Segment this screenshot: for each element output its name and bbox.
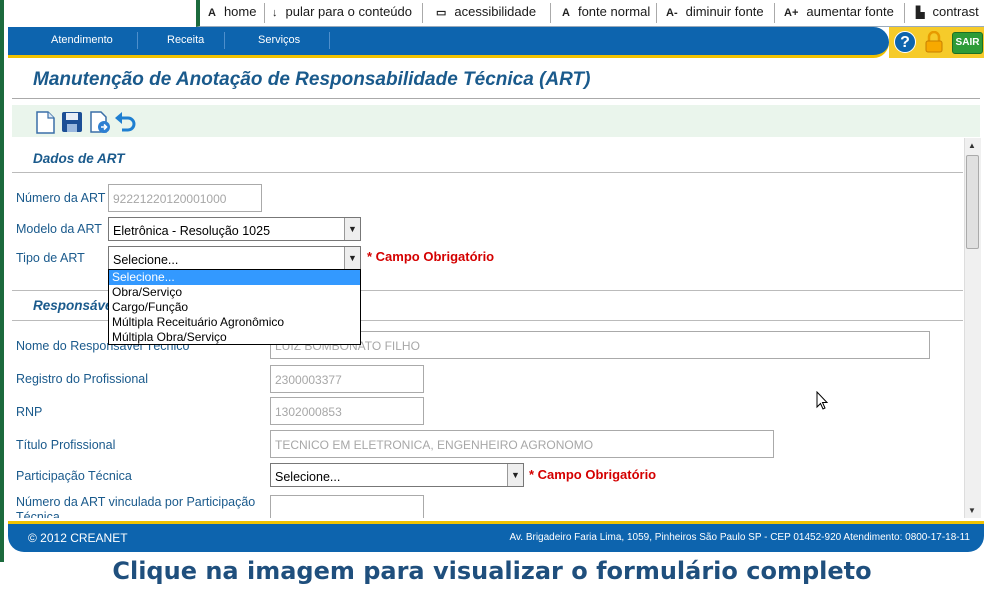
modelo-art-value: Eletrônica - Resolução 1025: [113, 224, 271, 238]
scroll-thumb[interactable]: [966, 155, 979, 249]
scroll-down-icon[interactable]: ▼: [968, 506, 976, 515]
logout-button[interactable]: SAIR: [952, 32, 983, 54]
numero-art-label: Número da ART: [16, 191, 106, 205]
tipo-art-value: Selecione...: [113, 253, 179, 267]
vinculada-field[interactable]: [270, 495, 424, 518]
required-indicator: * Campo Obrigatório: [529, 467, 657, 482]
titulo-field[interactable]: TECNICO EM ELETRONICA, ENGENHEIRO AGRONO…: [270, 430, 774, 458]
contrast-icon: ▙: [916, 7, 925, 19]
decrease-font-label: diminuir fonte: [685, 4, 764, 19]
main-nav: Atendimento Receita Serviços: [8, 27, 889, 58]
chevron-down-icon[interactable]: ▼: [344, 218, 360, 240]
dropdown-option[interactable]: Múltipla Obra/Serviço: [109, 330, 360, 345]
increase-font-link[interactable]: A+ aumentar fonte: [784, 4, 894, 19]
font-increase-icon: A+: [784, 7, 799, 19]
titulo-label: Título Profissional: [16, 438, 116, 452]
normal-font-link[interactable]: Afonte normal: [562, 4, 650, 19]
participacao-select[interactable]: Selecione... ▼: [270, 463, 524, 487]
required-indicator: * Campo Obrigatório: [367, 249, 495, 264]
dropdown-option[interactable]: Selecione...: [109, 270, 360, 285]
nome-responsavel-field[interactable]: LUIZ BOMBONATO FILHO: [270, 331, 930, 359]
new-document-icon[interactable]: [34, 110, 58, 134]
copyright: © 2012 CREANET: [28, 531, 128, 545]
form-area: Dados de ART Número da ART 9222122012000…: [12, 140, 980, 518]
skip-to-content-link[interactable]: ↓ pular para o conteúdo: [272, 4, 412, 19]
home-label: home: [223, 4, 257, 19]
lock-icon[interactable]: [925, 31, 943, 53]
nav-atendimento[interactable]: Atendimento: [51, 34, 113, 46]
accessibility-bar: Ahome ↓ pular para o conteúdo ▭ acessibili…: [196, 0, 984, 27]
save-icon[interactable]: [60, 110, 84, 134]
normal-font-label: fonte normal: [577, 4, 651, 19]
help-icon[interactable]: ?: [894, 31, 916, 53]
dropdown-option[interactable]: Obra/Serviço: [109, 285, 360, 300]
vinculada-label: Número da ART vinculada por Participação…: [16, 495, 256, 518]
modelo-art-select[interactable]: Eletrônica - Resolução 1025 ▼: [108, 217, 361, 241]
left-border: [0, 0, 4, 562]
home-icon: A: [208, 7, 216, 19]
divider: [656, 3, 657, 23]
scroll-up-icon[interactable]: ▲: [968, 141, 976, 150]
registro-label: Registro do Profissional: [16, 372, 149, 386]
undo-icon[interactable]: [113, 110, 137, 134]
nav-divider: [137, 32, 138, 49]
modelo-art-label: Modelo da ART: [16, 222, 102, 236]
divider: [12, 98, 980, 99]
nav-divider: [224, 32, 225, 49]
divider: [774, 3, 775, 23]
font-decrease-icon: A-: [666, 7, 678, 19]
mouse-cursor-icon: [816, 391, 829, 410]
divider: [422, 3, 423, 23]
participacao-label: Participação Técnica: [16, 469, 132, 483]
contrast-link[interactable]: ▙ contrast: [916, 4, 979, 19]
divider: [904, 3, 905, 23]
caption-link[interactable]: Clique na imagem para visualizar o formu…: [0, 557, 984, 585]
tipo-art-select[interactable]: Selecione... ▼: [108, 246, 361, 270]
export-icon[interactable]: [88, 110, 112, 134]
chevron-down-icon[interactable]: ▼: [507, 464, 523, 486]
nav-servicos[interactable]: Serviços: [258, 34, 300, 46]
nav-divider: [329, 32, 330, 49]
registro-field[interactable]: 2300003377: [270, 365, 424, 393]
section-dados-art: Dados de ART: [33, 151, 125, 166]
contrast-label: contrast: [932, 4, 979, 19]
divider: [550, 3, 551, 23]
tipo-art-dropdown: Selecione... Obra/Serviço Cargo/Função M…: [108, 269, 361, 345]
nav-receita[interactable]: Receita: [167, 34, 204, 46]
rnp-field[interactable]: 1302000853: [270, 397, 424, 425]
participacao-value: Selecione...: [275, 470, 341, 484]
divider: [264, 3, 265, 23]
font-icon: A: [562, 7, 570, 19]
arrow-down-icon: ↓: [272, 7, 278, 19]
dropdown-option[interactable]: Cargo/Função: [109, 300, 360, 315]
numero-art-field[interactable]: 92221220120001000: [108, 184, 262, 212]
rnp-label: RNP: [16, 405, 43, 419]
home-link[interactable]: Ahome: [208, 4, 256, 19]
footer: © 2012 CREANET Av. Brigadeiro Faria Lima…: [8, 521, 984, 552]
footer-address: Av. Brigadeiro Faria Lima, 1059, Pinheir…: [509, 532, 970, 543]
increase-font-label: aumentar fonte: [806, 4, 894, 19]
tipo-art-label: Tipo de ART: [16, 251, 85, 265]
section-responsavel: Responsável: [33, 298, 117, 313]
vertical-scrollbar[interactable]: ▲ ▼: [964, 138, 981, 518]
divider: [12, 172, 963, 173]
action-toolbar: [12, 105, 980, 137]
skip-label: pular para o conteúdo: [285, 4, 412, 19]
monitor-icon: ▭: [436, 7, 447, 19]
decrease-font-link[interactable]: A-diminuir fonte: [666, 4, 764, 19]
dropdown-option[interactable]: Múltipla Receituário Agronômico: [109, 315, 360, 330]
accessibility-label: acessibilidade: [454, 4, 537, 19]
accessibility-link[interactable]: ▭ acessibilidade: [436, 4, 536, 19]
page-title: Manutenção de Anotação de Responsabilida…: [33, 69, 591, 90]
chevron-down-icon[interactable]: ▼: [344, 247, 360, 269]
